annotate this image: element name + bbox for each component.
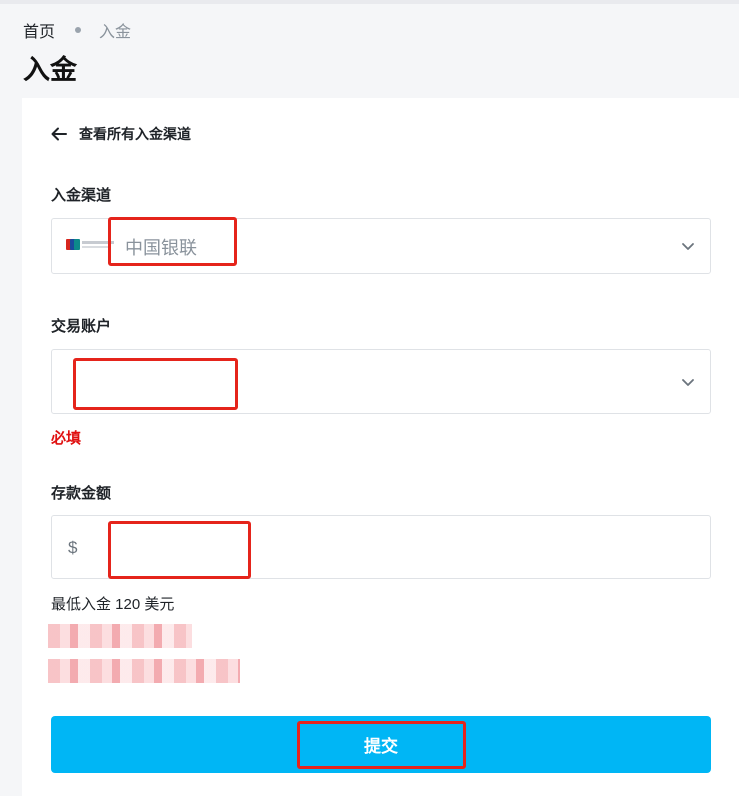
channel-selected-value: 中国银联: [125, 238, 197, 258]
channel-select[interactable]: 中国银联: [51, 218, 711, 274]
top-divider: [0, 0, 739, 4]
amount-field: $: [51, 515, 711, 579]
breadcrumb-home[interactable]: 首页: [23, 18, 55, 42]
channel-label: 入金渠道: [51, 187, 112, 204]
unionpay-icon: [66, 239, 114, 250]
page-title: 入金: [23, 55, 77, 85]
amount-input[interactable]: [102, 526, 692, 568]
breadcrumb-separator: [75, 27, 82, 33]
breadcrumb: 首页 入金: [23, 18, 131, 42]
back-link-label: 查看所有入金渠道: [79, 126, 191, 142]
redacted-text: [48, 624, 192, 648]
redacted-text: [48, 659, 240, 683]
chevron-down-icon: [682, 379, 694, 386]
breadcrumb-current: 入金: [99, 24, 132, 41]
chevron-down-icon: [682, 243, 694, 250]
amount-label: 存款金额: [51, 485, 112, 502]
submit-button[interactable]: 提交: [51, 716, 711, 773]
deposit-form-card: [22, 98, 739, 796]
currency-symbol: $: [68, 538, 78, 557]
arrow-left-icon: [51, 127, 67, 141]
account-select[interactable]: [51, 349, 711, 414]
minimum-deposit-note: 最低入金 120 美元: [51, 596, 175, 613]
account-required-error: 必填: [51, 430, 82, 447]
account-label: 交易账户: [51, 318, 112, 335]
back-to-channels-link[interactable]: 查看所有入金渠道: [50, 124, 191, 144]
